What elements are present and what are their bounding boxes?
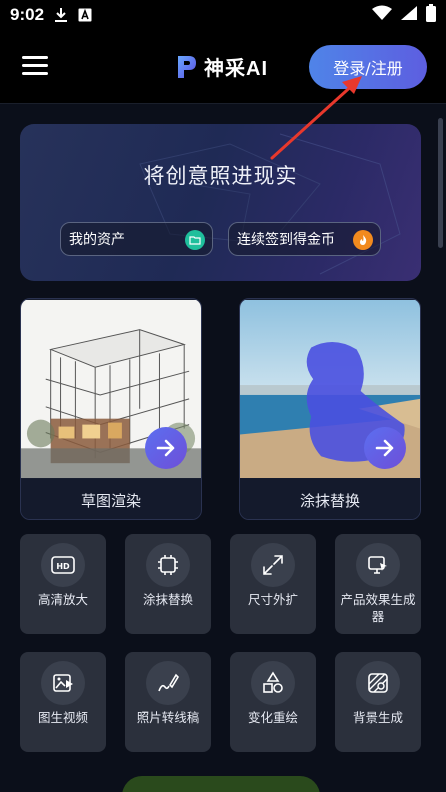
app-logo-text: 神采AI (204, 58, 268, 80)
flame-icon (353, 230, 373, 250)
tool-variation-redraw[interactable]: 变化重绘 (230, 652, 316, 752)
login-register-button[interactable]: 登录/注册 (309, 45, 427, 89)
smear-replace-go-button[interactable] (364, 427, 406, 469)
feature-card-sketch-render[interactable]: 草图渲染 (20, 298, 202, 520)
sketch-render-go-button[interactable] (145, 427, 187, 469)
signal-icon (400, 5, 418, 25)
logo-mark-icon (178, 55, 196, 78)
tool-label: 涂抹替换 (142, 592, 193, 607)
hd-icon: HD (41, 543, 85, 587)
arrow-right-icon (375, 439, 394, 457)
app-bar: 神采AI 登录/注册 (0, 30, 446, 104)
pen-line-icon (146, 661, 190, 705)
font-a-icon (78, 8, 92, 22)
tool-label: 产品效果生成器 (340, 592, 416, 624)
sketch-render-label: 草图渲染 (21, 479, 201, 519)
chip-icon (146, 543, 190, 587)
feature-card-smear-replace[interactable]: 涂抹替换 (239, 298, 421, 520)
expand-icon (251, 543, 295, 587)
daily-checkin-label: 连续签到得金币 (237, 232, 335, 248)
hero-title: 将创意照进现实 (143, 164, 298, 188)
tool-smear-replace[interactable]: 涂抹替换 (125, 534, 211, 634)
status-time: 9:02 (10, 5, 45, 24)
svg-text:HD: HD (56, 562, 70, 571)
shapes-icon (251, 661, 295, 705)
folder-icon (185, 230, 205, 250)
app-logo: 神采AI (176, 52, 268, 81)
bottom-action-button[interactable] (122, 776, 320, 792)
hero-banner: 将创意照进现实 我的资产 连续签到得金币 (20, 124, 421, 281)
my-assets-label: 我的资产 (69, 232, 125, 248)
download-icon (54, 7, 68, 23)
hamburger-menu-icon[interactable] (22, 56, 48, 78)
scrollbar[interactable] (438, 118, 443, 248)
status-bar: 9:02 (0, 0, 446, 30)
smear-replace-label: 涂抹替换 (240, 479, 420, 519)
tool-product-generator[interactable]: 产品效果生成器 (335, 534, 421, 634)
tool-image-to-video[interactable]: 图生视频 (20, 652, 106, 752)
tool-background-generate[interactable]: 背景生成 (335, 652, 421, 752)
background-icon (356, 661, 400, 705)
hero-decoration (139, 133, 401, 275)
battery-icon (426, 4, 436, 26)
wifi-icon (372, 5, 392, 25)
image-video-icon (41, 661, 85, 705)
tool-label: 照片转线稿 (136, 710, 200, 725)
tool-label: 变化重绘 (247, 710, 298, 725)
tool-hd-upscale[interactable]: HD 高清放大 (20, 534, 106, 634)
product-icon (356, 543, 400, 587)
tool-photo-to-lineart[interactable]: 照片转线稿 (125, 652, 211, 752)
main-content[interactable]: 将创意照进现实 我的资产 连续签到得金币 草图渲染 涂抹替换 HD 高清放大 涂… (0, 104, 446, 792)
daily-checkin-button[interactable]: 连续签到得金币 (228, 222, 381, 256)
arrow-right-icon (156, 439, 175, 457)
tool-label: 高清放大 (37, 592, 88, 607)
tool-label: 图生视频 (37, 710, 88, 725)
tool-label: 背景生成 (352, 710, 403, 725)
tool-label: 尺寸外扩 (247, 592, 298, 607)
tool-size-expand[interactable]: 尺寸外扩 (230, 534, 316, 634)
my-assets-button[interactable]: 我的资产 (60, 222, 213, 256)
